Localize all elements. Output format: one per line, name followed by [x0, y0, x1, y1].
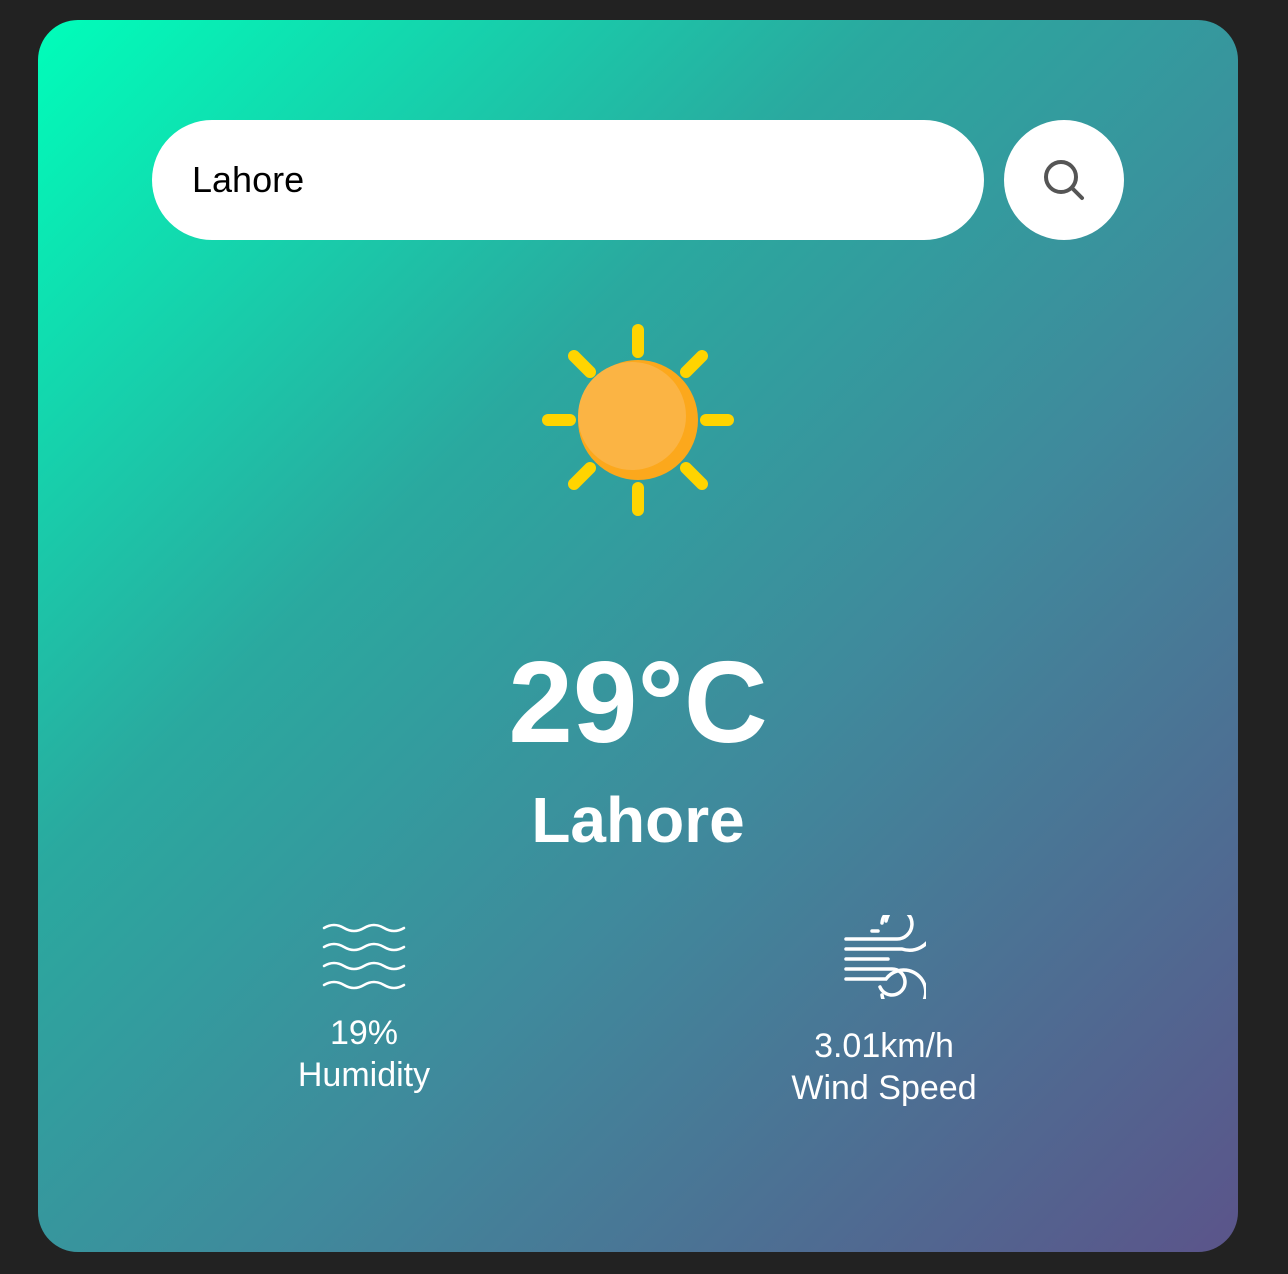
temperature: 29°C — [508, 637, 768, 767]
city-name: Lahore — [531, 784, 745, 856]
sun-icon — [542, 324, 734, 516]
search-input[interactable] — [152, 120, 984, 240]
humidity-detail: 19% Humidity — [204, 920, 524, 1096]
wind-label: Wind Speed — [791, 1069, 977, 1107]
wind-value: 3.01km/h — [814, 1027, 954, 1065]
wind-icon — [844, 915, 926, 999]
humidity-icon — [322, 923, 406, 990]
search-icon — [1044, 160, 1084, 200]
humidity-value: 19% — [329, 1014, 399, 1052]
wind-detail: 3.01km/h Wind Speed — [724, 915, 1044, 1109]
humidity-label: Humidity — [297, 1056, 431, 1094]
search-button[interactable] — [1004, 120, 1124, 240]
weather-card: 29°C Lahore 19% Humidity 3.01km/h — [38, 20, 1238, 1252]
